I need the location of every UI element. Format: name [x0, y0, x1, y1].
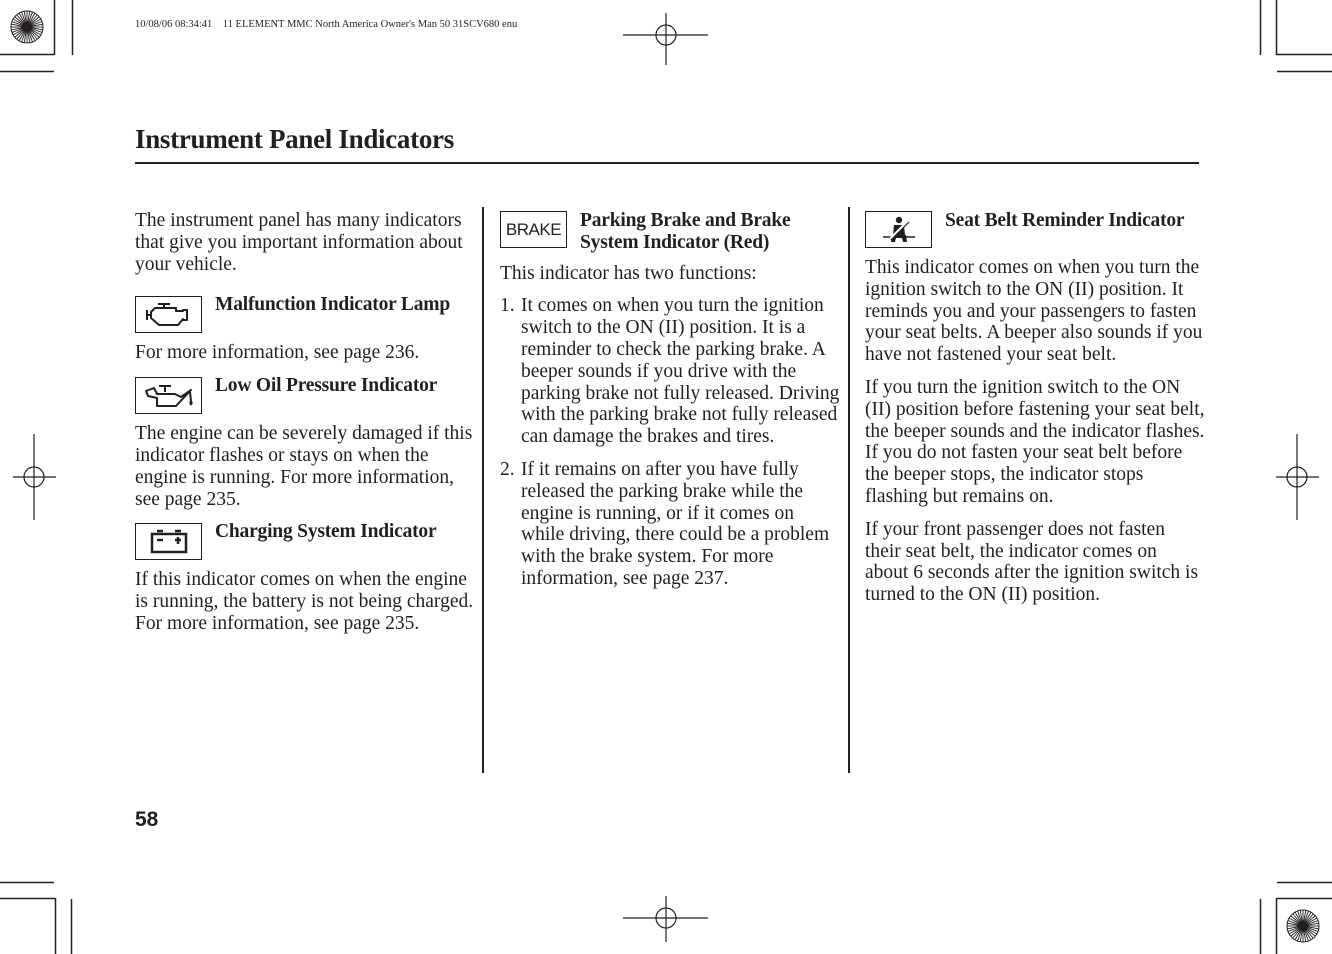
column-3: Seat Belt Reminder Indicator This indica… [865, 210, 1205, 606]
brake-icon-label: BRAKE [505, 219, 562, 239]
oil-can-icon [135, 377, 202, 415]
crop-mark-bottom-left [0, 881, 73, 954]
list-item: 1. It comes on when you turn the ignitio… [500, 295, 840, 448]
seat-belt-paragraph: If you turn the ignition switch to the O… [865, 376, 1205, 507]
page-number: 58 [135, 808, 159, 831]
malfunction-body: For more information, see page 236. [135, 342, 420, 364]
registration-target-top [623, 13, 708, 65]
malfunction-heading: Malfunction Indicator Lamp [215, 294, 450, 316]
brake-intro: This indicator has two functions: [500, 262, 757, 284]
intro-paragraph: The instrument panel has many indicators… [135, 210, 463, 275]
registration-target-right [1276, 434, 1319, 520]
brake-icon: BRAKE [500, 211, 567, 248]
seat-belt-paragraph: If your front passenger does not fasten … [865, 518, 1199, 606]
list-text: It comes on when you turn the ignition s… [521, 295, 840, 448]
indicator-heading-seat-belt: Seat Belt Reminder Indicator [865, 210, 1205, 248]
list-item: 2. If it remains on after you have fully… [500, 459, 840, 590]
indicator-heading-low-oil: Low Oil Pressure Indicator [135, 375, 475, 415]
seat-belt-icon [865, 211, 932, 248]
check-engine-icon [135, 296, 202, 334]
registration-sunburst-bottom-right [1286, 909, 1320, 943]
column-1: The instrument panel has many indicators… [135, 210, 475, 635]
registration-target-left [13, 434, 56, 520]
seat-belt-heading: Seat Belt Reminder Indicator [945, 210, 1185, 231]
battery-icon [135, 523, 202, 561]
indicator-heading-brake: BRAKE Parking Brake and Brake System Ind… [500, 210, 840, 254]
seat-belt-paragraph: This indicator comes on when you turn th… [865, 257, 1203, 366]
crop-mark-top-right [1259, 0, 1332, 73]
registration-sunburst-top-left [10, 10, 44, 44]
registration-target-bottom [623, 896, 708, 942]
list-number: 2. [500, 458, 515, 480]
page-title: Instrument Panel Indicators [135, 124, 454, 154]
indicator-heading-charging: Charging System Indicator [135, 521, 475, 561]
brake-heading: Parking Brake and Brake System Indicator… [580, 210, 791, 253]
indicator-heading-malfunction: Malfunction Indicator Lamp [135, 294, 475, 334]
column-2: BRAKE Parking Brake and Brake System Ind… [500, 210, 840, 590]
charging-body: If this indicator comes on when the engi… [135, 569, 474, 634]
title-rule [135, 162, 1199, 164]
print-job-header: 10/08/06 08:34:41 11 ELEMENT MMC North A… [135, 19, 518, 30]
column-divider [482, 207, 484, 773]
column-divider [848, 207, 850, 773]
charging-heading: Charging System Indicator [215, 521, 437, 543]
low-oil-heading: Low Oil Pressure Indicator [215, 375, 438, 397]
list-number: 1. [500, 295, 515, 317]
list-text: If it remains on after you have fully re… [521, 458, 830, 589]
low-oil-body: The engine can be severely damaged if th… [135, 423, 473, 510]
